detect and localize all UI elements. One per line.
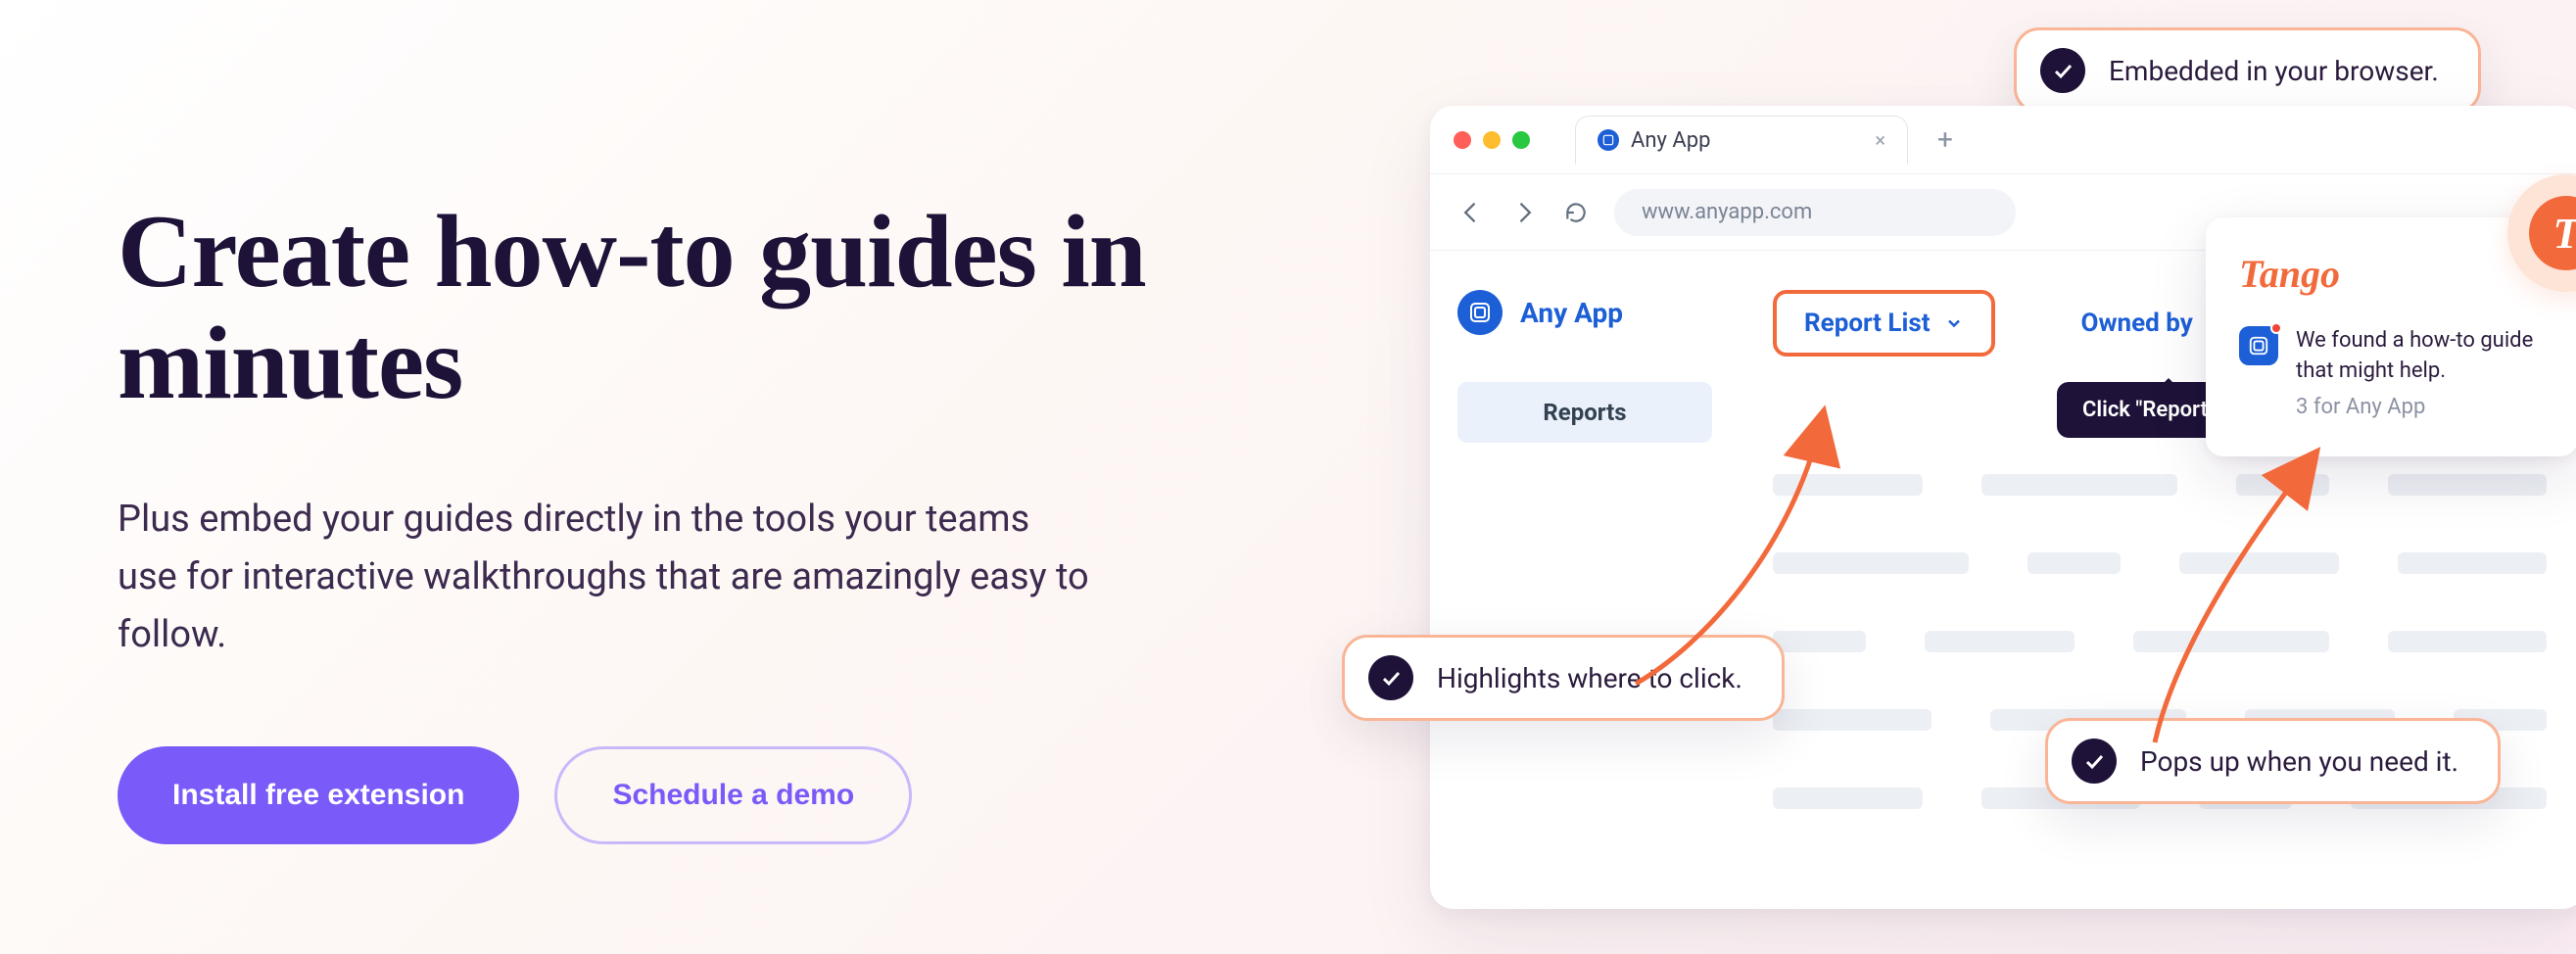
- tango-message: We found a how-to guide that might help.: [2296, 326, 2545, 387]
- check-icon: [1368, 655, 1413, 700]
- browser-tab[interactable]: Any App ×: [1575, 116, 1908, 165]
- app-logo-icon: [1457, 290, 1503, 335]
- page-subtitle: Plus embed your guides directly in the t…: [118, 491, 1097, 664]
- filter-owned-by-label: Owned by: [2081, 309, 2193, 338]
- callout-highlights: Highlights where to click.: [1342, 635, 1785, 721]
- callout-embedded: Embedded in your browser.: [2014, 27, 2481, 114]
- notification-dot-icon: [2270, 322, 2282, 334]
- tango-fab-letter: T: [2529, 196, 2576, 270]
- tango-logo: Tango: [2239, 251, 2545, 297]
- filter-report-list[interactable]: Report List: [1773, 290, 1995, 357]
- check-icon: [2072, 739, 2117, 784]
- window-controls: [1454, 131, 1530, 149]
- forward-icon[interactable]: [1510, 199, 1538, 226]
- close-tab-icon[interactable]: ×: [1875, 130, 1885, 150]
- check-icon: [2040, 48, 2085, 93]
- app-brand: Any App: [1457, 290, 1706, 335]
- close-window-icon: [1454, 131, 1471, 149]
- filter-report-list-label: Report List: [1804, 309, 1931, 338]
- install-extension-button[interactable]: Install free extension: [118, 746, 519, 844]
- chevron-down-icon: [1944, 313, 1964, 333]
- page-title: Create how-to guides in minutes: [118, 196, 1234, 420]
- callout-pops: Pops up when you need it.: [2045, 718, 2501, 804]
- reload-icon[interactable]: [1563, 200, 1589, 225]
- browser-tab-label: Any App: [1631, 128, 1710, 153]
- callout-pops-text: Pops up when you need it.: [2140, 745, 2458, 778]
- favicon-icon: [1598, 129, 1619, 151]
- callout-embedded-text: Embedded in your browser.: [2109, 55, 2439, 87]
- app-brand-name: Any App: [1520, 297, 1623, 329]
- guide-icon: [2239, 326, 2278, 365]
- schedule-demo-button[interactable]: Schedule a demo: [554, 746, 912, 844]
- back-icon[interactable]: [1457, 199, 1485, 226]
- maximize-window-icon: [1512, 131, 1530, 149]
- callout-highlights-text: Highlights where to click.: [1437, 662, 1742, 694]
- url-text: www.anyapp.com: [1642, 200, 1812, 224]
- new-tab-icon[interactable]: +: [1937, 123, 1953, 156]
- sidebar-item-reports[interactable]: Reports: [1457, 382, 1712, 443]
- tango-sub: 3 for Any App: [2296, 395, 2545, 419]
- minimize-window-icon: [1483, 131, 1501, 149]
- url-bar[interactable]: www.anyapp.com: [1614, 189, 2016, 236]
